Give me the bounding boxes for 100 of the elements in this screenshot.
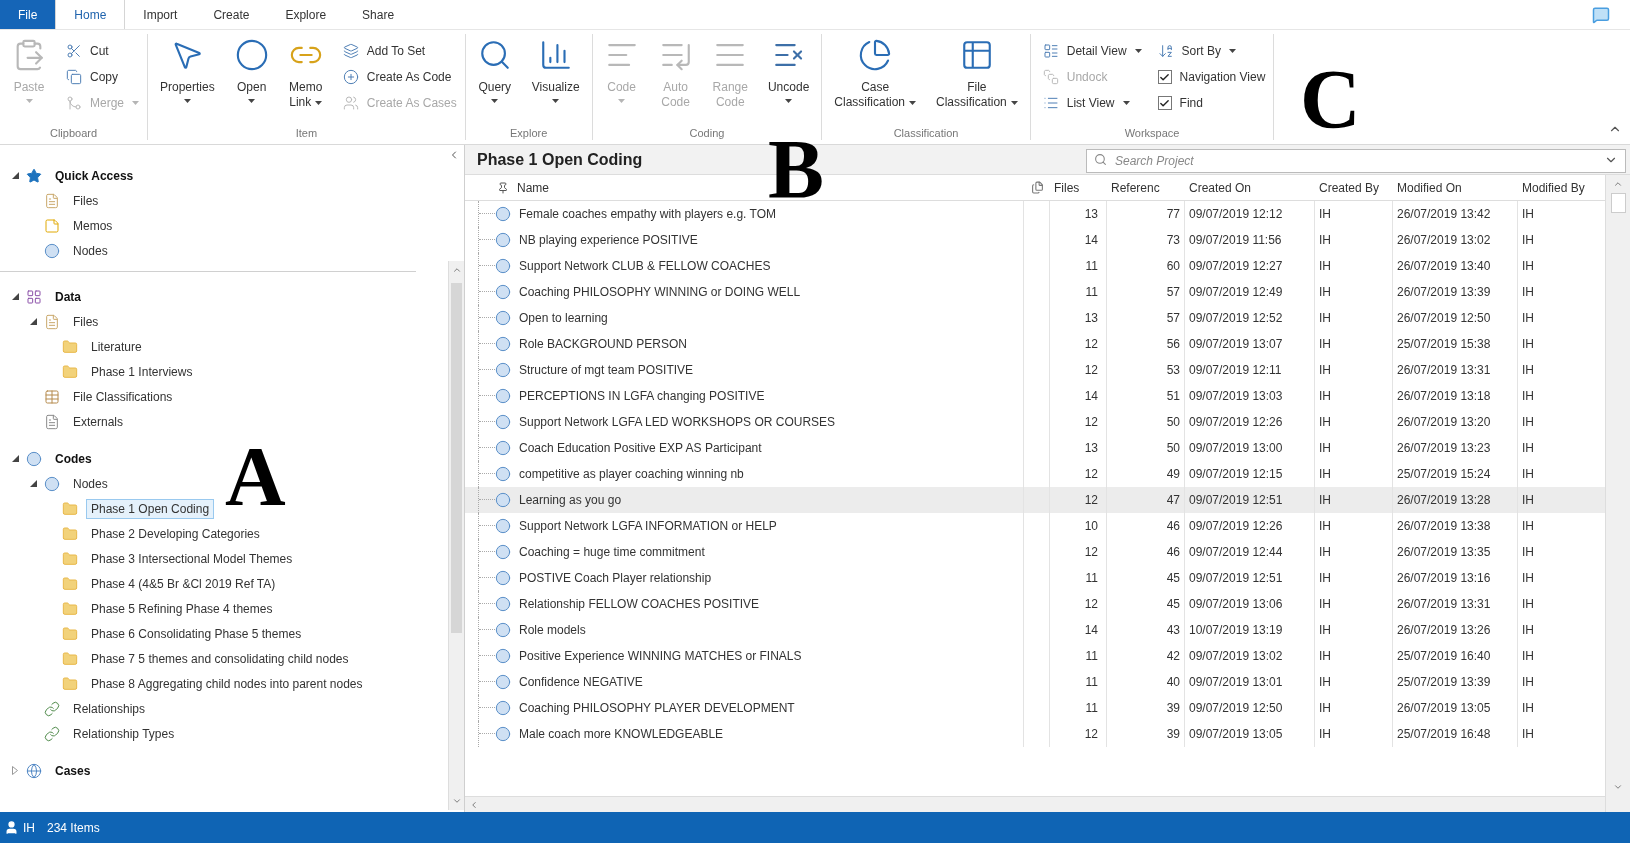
ribbon-button[interactable]: Copy <box>62 64 139 90</box>
link-icon <box>44 725 60 742</box>
table-cell-text: 53 <box>1166 362 1180 379</box>
nav-item[interactable]: Phase 4 (4&5 Br &Cl 2019 Ref TA) <box>86 573 281 594</box>
ribbon-button[interactable]: Create As Code <box>338 64 457 90</box>
nav-section[interactable]: Quick Access <box>50 165 139 186</box>
nav-item[interactable]: Files <box>68 311 104 332</box>
comment-icon[interactable] <box>1592 5 1610 24</box>
table-cell-text: Positive Experience WINNING MATCHES or FINALS <box>519 648 802 665</box>
column-header[interactable]: Modified On <box>1393 178 1518 197</box>
ribbon-button[interactable]: Case Classification <box>826 34 925 126</box>
nav-item[interactable]: Phase 3 Intersectional Model Themes <box>86 548 298 569</box>
table-cell-text: 56 <box>1166 336 1180 353</box>
group-label: Coding <box>688 126 726 140</box>
nav-item[interactable]: Externals <box>68 411 129 432</box>
table-cell-text: IH <box>1522 206 1534 223</box>
scroll-thumb[interactable] <box>451 283 462 633</box>
nav-item[interactable]: Phase 6 Consolidating Phase 5 themes <box>86 623 307 644</box>
column-header[interactable]: Referenc <box>1107 178 1185 197</box>
search-field[interactable]: Search Project <box>1086 148 1626 173</box>
file-tab[interactable]: File <box>0 0 56 29</box>
table-cell-text: IH <box>1319 544 1331 561</box>
nav-item[interactable]: Phase 1 Open Coding <box>86 498 215 519</box>
nav-item[interactable]: Memos <box>68 215 118 236</box>
group-label: Clipboard <box>48 126 99 140</box>
nav-item[interactable]: Relationships <box>68 698 151 719</box>
table-cell-text: 49 <box>1166 466 1180 483</box>
checkbox[interactable] <box>1157 70 1172 84</box>
scrollbar[interactable] <box>1605 175 1630 812</box>
column-header[interactable]: Files <box>1050 178 1107 197</box>
nav-section[interactable]: Cases <box>50 760 96 781</box>
column-header[interactable]: Created On <box>1185 178 1315 197</box>
checkbox-option[interactable]: Navigation View <box>1153 64 1266 90</box>
ribbon-button[interactable]: Cut <box>62 38 139 64</box>
ribbon-button[interactable]: Query <box>469 34 520 126</box>
table-cell-text: 09/07/2019 12:26 <box>1189 414 1283 431</box>
table-cell-text: 13 <box>1084 206 1098 223</box>
detail-view-icon <box>1042 43 1059 59</box>
table-row[interactable]: Learning as you go 12 47 09/07/2019 12:51 IH 26/07/2019 13:28 IH <box>465 487 1605 513</box>
nav-item[interactable]: Phase 8 Aggregating child nodes into parent nodes <box>86 673 368 694</box>
ribbon-button[interactable]: List View <box>1038 90 1142 116</box>
ribbon-button[interactable]: Properties <box>152 34 223 126</box>
table-cell-text: IH <box>1522 544 1534 561</box>
column-header[interactable]: Modified By <box>1518 178 1605 197</box>
horizontal-scrollbar[interactable] <box>465 796 1605 812</box>
user-icon <box>4 820 19 835</box>
table-cell-text: IH <box>1522 492 1534 509</box>
scroll-down-icon[interactable] <box>1613 782 1623 792</box>
expanded-arrow-icon[interactable] <box>12 172 19 179</box>
nav-item[interactable]: Phase 2 Developing Categories <box>86 523 265 544</box>
nav-item[interactable]: Nodes <box>68 473 113 494</box>
node-icon <box>495 544 511 560</box>
ribbon-button[interactable]: Sort By <box>1153 38 1266 64</box>
table-cell-text: Open to learning <box>519 310 608 327</box>
checkbox[interactable] <box>1157 96 1172 110</box>
ribbon-button[interactable]: Memo Link <box>280 34 331 126</box>
ribbon-button[interactable]: Open <box>226 34 277 126</box>
nav-item[interactable]: Phase 1 Interviews <box>86 361 198 382</box>
ribbon-button[interactable]: Uncode <box>759 34 818 126</box>
table-cell-text: IH <box>1522 258 1534 275</box>
nav-section[interactable]: Data <box>50 286 86 307</box>
checkbox-option[interactable]: Find <box>1153 90 1266 116</box>
nav-item[interactable]: Nodes <box>68 240 113 261</box>
table-cell-text: 09/07/2019 12:12 <box>1189 206 1283 223</box>
nav-item[interactable]: Files <box>68 190 104 211</box>
pie-chart-icon <box>858 38 893 72</box>
table-cell-text: IH <box>1319 596 1331 613</box>
scroll-down-icon[interactable] <box>451 796 462 806</box>
scrollbar[interactable] <box>448 261 464 810</box>
ribbon-button[interactable]: File Classification <box>928 34 1026 126</box>
expanded-arrow-icon[interactable] <box>30 480 37 487</box>
ribbon-tab[interactable]: Explore <box>267 0 345 29</box>
expanded-arrow-icon[interactable] <box>12 455 19 462</box>
table-cell-text: Role models <box>519 622 586 639</box>
nav-item[interactable]: Relationship Types <box>68 723 180 744</box>
nav-item[interactable]: Phase 7 5 themes and consolidating child nodes <box>86 648 354 669</box>
expanded-arrow-icon[interactable] <box>12 293 19 300</box>
scroll-left-icon[interactable] <box>469 799 479 810</box>
nav-item[interactable]: Phase 5 Refining Phase 4 themes <box>86 598 278 619</box>
list-icon <box>1042 95 1059 111</box>
scroll-thumb[interactable] <box>1610 193 1626 213</box>
table-cell-text: competitive as player coaching winning nb <box>519 466 744 483</box>
table-cell-text: IH <box>1522 700 1534 717</box>
ribbon-button[interactable]: Add To Set <box>338 38 457 64</box>
scroll-up-icon[interactable] <box>1613 179 1623 189</box>
collapsed-arrow-icon[interactable] <box>12 766 18 775</box>
ribbon-tab[interactable]: Import <box>125 0 196 29</box>
column-header[interactable]: Created By <box>1315 178 1393 197</box>
nav-item[interactable]: File Classifications <box>68 386 178 407</box>
ribbon-button[interactable]: Detail View <box>1038 38 1142 64</box>
table-cell-text: 26/07/2019 13:42 <box>1397 206 1491 223</box>
ribbon-tab[interactable]: Create <box>195 0 268 29</box>
table-cell-text: 11 <box>1085 700 1098 717</box>
ribbon-tab[interactable]: Share <box>344 0 413 29</box>
ribbon-tab[interactable]: Home <box>55 0 126 29</box>
scroll-up-icon[interactable] <box>451 265 462 275</box>
nav-item[interactable]: Literature <box>86 336 147 357</box>
expanded-arrow-icon[interactable] <box>30 318 37 325</box>
nav-section[interactable]: Codes <box>50 448 97 469</box>
ribbon-button[interactable]: Visualize <box>523 34 588 126</box>
